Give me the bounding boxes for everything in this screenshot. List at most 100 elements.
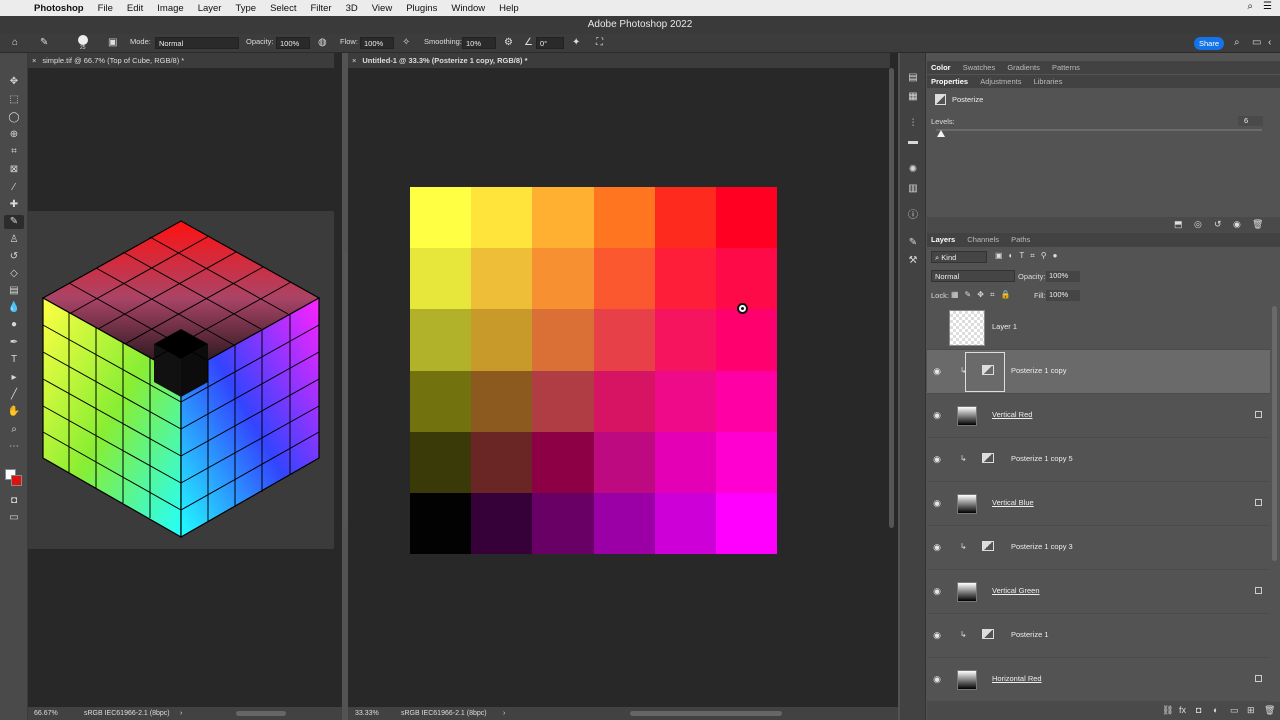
eyedropper-tool-icon[interactable]: ⁄ — [4, 181, 24, 195]
layer-filter-icons[interactable]: ▣◐T⌗⚲● — [995, 251, 1063, 261]
share-button[interactable]: Share — [1194, 37, 1224, 50]
angle-input[interactable]: 0° — [536, 37, 564, 49]
tab-channels[interactable]: Channels — [967, 235, 999, 244]
path-select-tool-icon[interactable]: ▸ — [4, 371, 24, 385]
menu-help[interactable]: Help — [499, 3, 519, 14]
tab-color[interactable]: Color — [931, 63, 951, 72]
gradient-tool-icon[interactable]: ▤ — [4, 284, 24, 298]
visibility-eye-icon[interactable]: ◉ — [931, 674, 943, 684]
brush-settings-icon[interactable]: ▣ — [108, 37, 117, 49]
tab-document-2[interactable]: × Untitled-1 @ 33.3% (Posterize 1 copy, R… — [348, 53, 890, 68]
move-tool-icon[interactable]: ✥ — [4, 75, 24, 89]
layer-opacity-input[interactable]: 100% — [1046, 271, 1080, 282]
menu-edit[interactable]: Edit — [127, 3, 143, 14]
tab-swatches[interactable]: Swatches — [963, 63, 996, 72]
levels-slider-track[interactable] — [936, 129, 1262, 131]
link-layers-icon[interactable]: ⛓ — [1162, 705, 1173, 716]
layer-row[interactable]: ◉ Vertical Green — [927, 570, 1270, 614]
tab-gradients[interactable]: Gradients — [1007, 63, 1040, 72]
filter-kind-select[interactable]: ⌕ Kind — [931, 251, 987, 263]
search-icon[interactable]: ⌕ — [1234, 37, 1240, 49]
background-color-swatch[interactable] — [11, 475, 22, 486]
histogram-icon[interactable]: ▥ — [905, 182, 921, 196]
quick-select-tool-icon[interactable]: ⊕ — [4, 128, 24, 142]
opacity-input[interactable]: 100% — [276, 37, 310, 49]
visibility-eye-icon[interactable]: ◉ — [931, 366, 943, 376]
tab-libraries[interactable]: Libraries — [1034, 77, 1063, 86]
group-icon[interactable]: ▭ — [1230, 705, 1239, 716]
visibility-eye-icon[interactable]: ◉ — [931, 498, 943, 508]
layer-thumbnail[interactable] — [949, 310, 985, 346]
adjustment-layer-icon[interactable]: ◐ — [1213, 705, 1218, 715]
menu-plugins[interactable]: Plugins — [406, 3, 437, 14]
layers-scrollbar[interactable] — [1272, 306, 1277, 561]
tab-document-1[interactable]: × simple.tif @ 66.7% (Top of Cube, RGB/8)… — [28, 53, 334, 68]
crop-tool-icon[interactable]: ⌗ — [4, 145, 24, 159]
layer-thumbnail[interactable] — [957, 582, 977, 602]
blend-mode-select[interactable]: Normal — [931, 270, 1015, 282]
workspace-icon[interactable]: ▭ — [1252, 37, 1261, 49]
tab-layers[interactable]: Layers — [931, 235, 955, 244]
layer-name[interactable]: Posterize 1 copy 3 — [1011, 542, 1073, 551]
eraser-tool-icon[interactable]: ◇ — [4, 267, 24, 281]
visibility-eye-icon[interactable]: ◉ — [931, 630, 943, 640]
search-icon[interactable]: ⌕ — [1247, 1, 1253, 12]
blur-tool-icon[interactable]: 💧 — [4, 301, 24, 315]
clone-stamp-tool-icon[interactable]: ♙ — [4, 233, 24, 247]
lock-icons[interactable]: ▦✎✥⌗🔒 — [951, 290, 1016, 300]
visibility-eye-icon[interactable]: ◉ — [1233, 219, 1241, 230]
mask-icon[interactable]: ◘ — [1196, 705, 1201, 715]
frame-tool-icon[interactable]: ⊠ — [4, 163, 24, 177]
menu-view[interactable]: View — [372, 3, 392, 14]
navigator-icon[interactable]: ✺ — [905, 163, 921, 177]
cube-canvas[interactable] — [28, 211, 334, 549]
healing-brush-tool-icon[interactable]: ✚ — [4, 198, 24, 212]
layer-name[interactable]: Vertical Blue — [992, 498, 1034, 507]
layer-name[interactable]: Horizontal Red — [992, 674, 1042, 683]
mode-select[interactable]: Normal — [155, 37, 239, 49]
comments-icon[interactable]: ▬ — [905, 135, 921, 149]
layer-thumbnail[interactable] — [957, 494, 977, 514]
visibility-eye-icon[interactable]: ◉ — [931, 586, 943, 596]
layer-row[interactable]: ◉ ↳ Posterize 1 copy 3 — [927, 526, 1270, 570]
brush-tool-icon[interactable]: ✎ — [4, 215, 24, 229]
menu-3d[interactable]: 3D — [346, 3, 358, 14]
tool-presets-icon[interactable]: ⚒ — [905, 254, 921, 268]
line-tool-icon[interactable]: ╱ — [4, 388, 24, 402]
quick-mask-icon[interactable]: ◘ — [4, 494, 24, 508]
menu-filter[interactable]: Filter — [310, 3, 331, 14]
panel-collapse-icon[interactable]: ‹ — [1268, 37, 1271, 49]
marquee-tool-icon[interactable]: ⬚ — [4, 93, 24, 107]
butterfly-icon[interactable]: ⛶ — [596, 37, 603, 49]
status-chevron-icon[interactable]: › — [503, 707, 505, 720]
trash-icon[interactable]: 🗑 — [1252, 219, 1263, 230]
layer-thumbnail[interactable] — [957, 406, 977, 426]
tab-patterns[interactable]: Patterns — [1052, 63, 1080, 72]
menu-layer[interactable]: Layer — [198, 3, 222, 14]
flow-input[interactable]: 100% — [360, 37, 394, 49]
visibility-eye-icon[interactable]: ◉ — [931, 410, 943, 420]
fx-icon[interactable]: fx — [1179, 705, 1186, 715]
layer-row[interactable]: ◉ ↳ Posterize 1 — [927, 614, 1270, 658]
notes-icon[interactable]: ▦ — [905, 90, 921, 104]
app-menu[interactable]: Photoshop — [34, 3, 84, 14]
visibility-eye-icon[interactable]: ◉ — [931, 454, 943, 464]
pen-tool-icon[interactable]: ✒ — [4, 336, 24, 350]
dodge-tool-icon[interactable]: ● — [4, 318, 24, 332]
close-icon[interactable]: × — [352, 56, 356, 65]
zoom-tool-icon[interactable]: ⌕ — [4, 423, 24, 437]
layer-name[interactable]: Vertical Red — [992, 410, 1032, 419]
home-icon[interactable]: ⌂ — [12, 37, 18, 49]
airbrush-icon[interactable]: ✧ — [402, 37, 410, 49]
brush-tool-icon[interactable]: ✎ — [40, 37, 48, 49]
menu-file[interactable]: File — [98, 3, 113, 14]
gear-icon[interactable]: ⚙ — [504, 37, 513, 49]
horizontal-scrollbar[interactable] — [630, 711, 782, 716]
levels-input[interactable]: 6 — [1238, 116, 1263, 126]
close-icon[interactable]: × — [32, 56, 36, 65]
layer-row[interactable]: ◉ Vertical Red — [927, 394, 1270, 438]
layer-row[interactable]: Layer 1 — [927, 306, 1270, 350]
layer-row[interactable]: ◉ ↳ Posterize 1 copy — [927, 350, 1270, 394]
lasso-tool-icon[interactable]: ◯ — [4, 111, 24, 125]
screen-mode-icon[interactable]: ▭ — [4, 511, 24, 525]
